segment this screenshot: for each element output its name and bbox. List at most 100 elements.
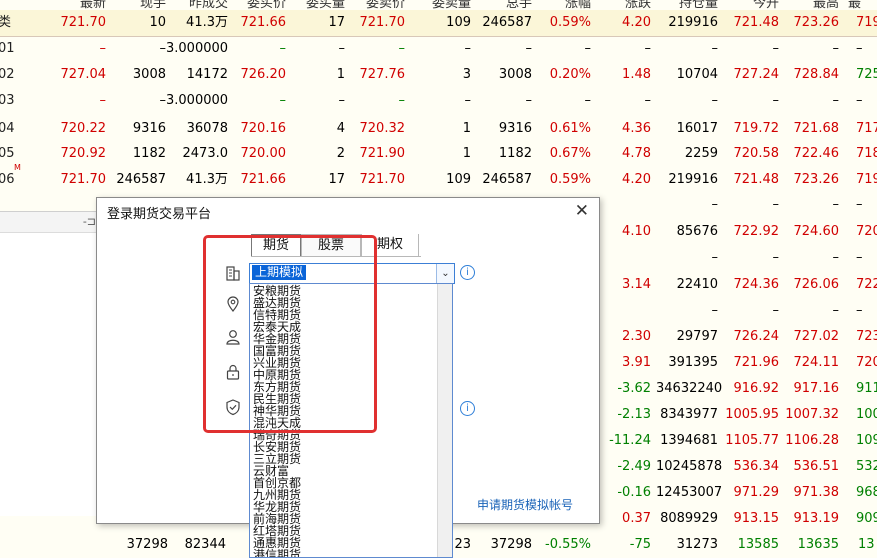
quote-cell: – <box>338 93 346 108</box>
quote-cell: – <box>711 41 719 56</box>
quote-cell: 1106.28 <box>785 433 839 448</box>
quote-row[interactable]: 01– –3.000000– – – – – – – – – – – <box>0 36 877 62</box>
shield-check-icon <box>224 398 242 416</box>
contract-name: 02 <box>0 67 15 82</box>
tab-underline <box>251 256 421 257</box>
quote-cell: 4 <box>336 121 345 136</box>
quote-cell: – <box>159 41 167 56</box>
quote-cell: 722.46 <box>793 146 840 161</box>
quote-cell: – <box>832 197 840 212</box>
quote-cell: – <box>525 93 533 108</box>
quote-cell: 2473.0 <box>182 146 229 161</box>
quote-cell: 724.11 <box>793 355 840 370</box>
quote-cell: 721.66 <box>240 15 287 30</box>
quote-cell: 10704 <box>676 67 718 82</box>
quote-row[interactable]: 05 720.92 1182 2473.0 720.00 2 721.90 1 1182 0.67… <box>0 141 877 167</box>
quote-cell: – <box>398 41 406 56</box>
quote-cell: 721.68 <box>793 121 840 136</box>
tab-stocks[interactable]: 股票 <box>301 234 361 257</box>
quote-cell: – <box>644 41 652 56</box>
quote-cell: -3.62 <box>617 381 651 396</box>
quote-cell: 9316 <box>498 121 532 136</box>
quote-row[interactable]: 06 M 721.70 246587 41.3万 721.66 17 721.70 109 246… <box>0 163 877 193</box>
quote-cell: 246587 <box>116 172 166 187</box>
quote-cell: – <box>279 93 287 108</box>
quote-cell: -2.49 <box>617 459 651 474</box>
quote-cell: 723.26 <box>793 15 840 30</box>
quote-cell: 1092 <box>856 433 877 448</box>
quote-cell: 37298 <box>126 537 168 552</box>
quote-cell: 16017 <box>676 121 718 136</box>
quote-cell: – <box>711 197 719 212</box>
verify-info-icon[interactable]: i <box>460 401 475 416</box>
quote-cell: 8343977 <box>660 407 718 422</box>
quote-cell: 0.37 <box>622 511 651 526</box>
quote-cell: 720.22 <box>60 121 107 136</box>
quote-cell: 41.3万 <box>186 172 228 187</box>
quote-row[interactable]: 类 721.70 10 41.3万 721.66 17 721.70 109 246587 0.5… <box>0 10 877 37</box>
dialog-title: 登录期货交易平台 <box>107 207 212 222</box>
quote-cell: 246587 <box>482 15 532 30</box>
quote-cell: 971.29 <box>733 485 780 500</box>
quote-row[interactable]: 04 720.22 9316 36078 720.16 4 720.32 1 9316 0.61%… <box>0 116 877 142</box>
quote-cell: 1000 <box>856 407 877 422</box>
tab-futures[interactable]: 期货 <box>251 234 301 257</box>
quote-cell: – <box>398 93 406 108</box>
quote-cell: – <box>772 41 780 56</box>
quote-cell: 724.36 <box>733 277 780 292</box>
quote-cell: 85676 <box>676 224 718 239</box>
quote-cell: 1105.77 <box>725 433 779 448</box>
quote-cell: – <box>772 250 780 265</box>
quote-cell: 727.04 <box>60 67 107 82</box>
quote-cell: 722 <box>856 277 877 292</box>
dropdown-scrollbar[interactable] <box>437 284 452 557</box>
broker-info-icon[interactable]: i <box>460 265 475 280</box>
quote-cell: 17 <box>328 172 345 187</box>
tab-options[interactable]: 期权 <box>361 234 419 256</box>
quote-cell: 911 <box>856 381 877 396</box>
quote-cell: 726.06 <box>793 277 840 292</box>
quote-cell: 723.26 <box>793 172 840 187</box>
main-contract-flag: M <box>14 163 21 172</box>
dialog-close-button[interactable]: ✕ <box>575 201 589 221</box>
quote-cell: 720.16 <box>240 121 287 136</box>
quote-cell: 9316 <box>132 121 166 136</box>
quote-cell: 8089929 <box>660 511 718 526</box>
quote-cell: 726.20 <box>240 67 287 82</box>
quote-cell: 4.20 <box>622 15 651 30</box>
quote-cell: 532 <box>856 459 877 474</box>
quote-cell: – <box>711 93 719 108</box>
quote-cell: 1007.32 <box>785 407 839 422</box>
quote-cell: 4.20 <box>622 172 651 187</box>
chevron-down-icon[interactable]: ⌄ <box>436 264 454 283</box>
quote-cell: 916.92 <box>733 381 780 396</box>
broker-select[interactable]: 上期模拟 ⌄ <box>249 263 455 284</box>
quote-cell: 1005.95 <box>725 407 779 422</box>
quote-cell: 2259 <box>684 146 718 161</box>
quote-row[interactable]: 03– –3.000000– – – – – – – – – – – <box>0 88 877 114</box>
contract-name: 04 <box>0 121 15 136</box>
quote-cell: – <box>99 93 107 108</box>
quote-cell: 727.76 <box>359 67 406 82</box>
quote-cell: – <box>832 250 840 265</box>
quote-cell: 913.15 <box>733 511 780 526</box>
quote-cell: – <box>711 303 719 318</box>
quote-cell: 721.66 <box>240 172 287 187</box>
contract-name: 03 <box>0 93 15 108</box>
quote-cell: 22410 <box>676 277 718 292</box>
quote-cell: 219916 <box>668 15 718 30</box>
broker-option[interactable]: 港信期货 <box>253 549 301 557</box>
quote-cell: – <box>832 303 840 318</box>
quote-row[interactable]: 02 727.04 3008 14172 726.20 1 727.76 3 3008 0.20%… <box>0 62 877 88</box>
quote-cell: – <box>584 93 592 108</box>
quote-cell: – <box>856 93 863 108</box>
quote-cell: 722.92 <box>733 224 780 239</box>
quote-cell: 0.61% <box>549 121 591 136</box>
quote-cell: 109 <box>446 15 471 30</box>
pin-icon[interactable]: -⊐ <box>83 215 96 228</box>
quote-cell: 2 <box>336 146 345 161</box>
quote-cell: 720.58 <box>733 146 780 161</box>
quote-cell: -0.55% <box>545 537 591 552</box>
quote-cell: 3.000000 <box>166 41 229 56</box>
apply-simulated-account-link[interactable]: 申请期货模拟帐号 <box>477 496 573 513</box>
